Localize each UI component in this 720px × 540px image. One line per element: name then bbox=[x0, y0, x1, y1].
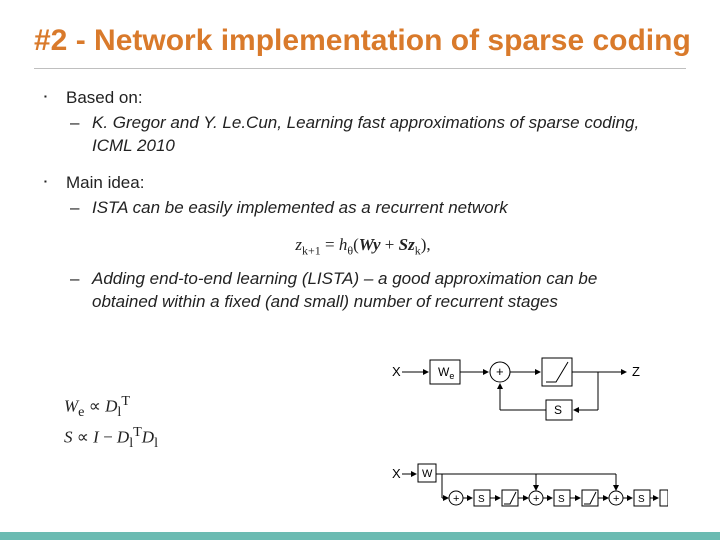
svg-text:+: + bbox=[533, 493, 539, 505]
bottom-accent-bar bbox=[0, 532, 720, 540]
svg-text:S: S bbox=[638, 494, 645, 505]
diag-x-top: X bbox=[392, 364, 401, 379]
bullet-based-on: Based on: K. Gregor and Y. Le.Cun, Learn… bbox=[44, 87, 660, 158]
svg-text:S: S bbox=[478, 494, 485, 505]
ista-equation: zk+1 = hθ(Wy + Szk), bbox=[66, 234, 660, 259]
bullet-main-idea: Main idea: ISTA can be easily implemente… bbox=[44, 172, 660, 314]
side-equations: We ∝ DlT S ∝ I − DlTDl bbox=[64, 392, 158, 454]
diag-plus-top: + bbox=[496, 364, 504, 379]
based-on-ref: K. Gregor and Y. Le.Cun, Learning fast a… bbox=[66, 112, 660, 158]
network-diagram: X We + Z S X W + S + S + S bbox=[388, 352, 668, 517]
diag-s-box: S bbox=[554, 403, 562, 417]
main-idea-p1: ISTA can be easily implemented as a recu… bbox=[66, 197, 660, 220]
slide-title: #2 - Network implementation of sparse co… bbox=[0, 0, 720, 62]
diag-x-bottom: X bbox=[392, 466, 401, 481]
svg-text:+: + bbox=[453, 493, 459, 505]
svg-text:+: + bbox=[613, 493, 619, 505]
title-rule bbox=[34, 68, 686, 69]
diag-we-box: We bbox=[438, 365, 454, 381]
diag-z: Z bbox=[632, 364, 640, 379]
main-idea-label: Main idea: bbox=[66, 173, 144, 192]
svg-text:S: S bbox=[558, 494, 565, 505]
bullet-list: Based on: K. Gregor and Y. Le.Cun, Learn… bbox=[0, 87, 720, 314]
diag-w-box: W bbox=[422, 468, 433, 480]
based-on-label: Based on: bbox=[66, 88, 143, 107]
main-idea-p2: Adding end-to-end learning (LISTA) – a g… bbox=[66, 268, 660, 314]
